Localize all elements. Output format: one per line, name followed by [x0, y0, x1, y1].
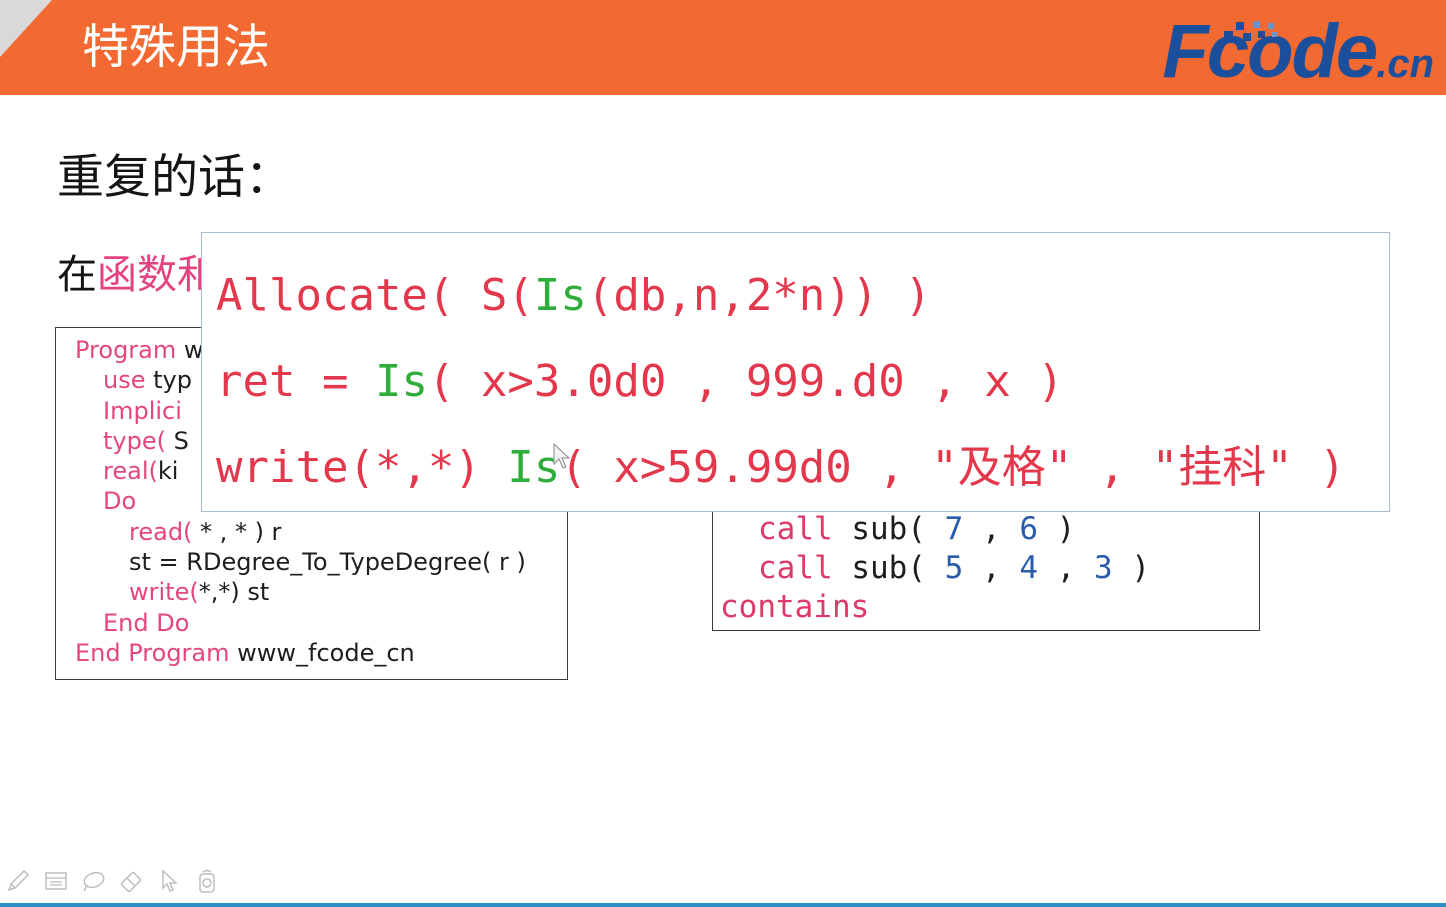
code-text: typ [145, 366, 192, 395]
code-line: st = RDegree_To_TypeDegree( r ) [75, 547, 567, 577]
code-popup: Allocate( S(Is(db,n,2*n)) ) ret = Is( x>… [201, 232, 1390, 512]
code-text: *,*) st [198, 578, 270, 607]
code-number: 6 [1019, 511, 1038, 547]
code-text: , [963, 550, 1020, 586]
code-text: ret = [216, 356, 375, 407]
code-text: ) [1037, 511, 1076, 547]
lasso-icon[interactable] [80, 868, 106, 894]
code-keyword: write( [129, 578, 199, 607]
code-text: st = RDegree_To_TypeDegree( r ) [129, 548, 526, 577]
code-text: S [165, 426, 189, 455]
popup-code-line: ret = Is( x>3.0d0 , 999.d0 , x ) [216, 339, 1389, 425]
code-text: (db,n,2*n)) ) [586, 270, 932, 321]
code-keyword: End Program [75, 638, 230, 667]
code-text: , [1037, 550, 1094, 586]
code-text: www_fcode_cn [229, 638, 415, 667]
code-line: read( * , * ) r [75, 517, 567, 547]
code-text: ( x>59.99d0 , "及格" , "挂科" ) [560, 442, 1346, 493]
code-text: Allocate( S( [216, 270, 534, 321]
code-text: ( x>3.0d0 , 999.d0 , x ) [427, 356, 1064, 407]
code-keyword: Implici [103, 396, 182, 425]
code-number: 7 [944, 511, 964, 547]
code-text: * , * ) r [192, 517, 282, 546]
slide-heading: 重复的话： [57, 150, 292, 205]
code-line: End Program www_fcode_cn [75, 638, 567, 668]
slide-sorter-icon[interactable] [43, 868, 69, 894]
code-keyword: type( [103, 426, 166, 455]
logo-suffix-text: .cn [1376, 42, 1434, 86]
intro-plain-text: 在 [57, 252, 97, 298]
code-line: End Do [75, 608, 567, 638]
intro-text: 在函数和 [57, 250, 217, 300]
slideshow-toolbar [0, 868, 240, 896]
code-text: , [963, 511, 1020, 547]
logo-pixel-decoration [1224, 21, 1278, 41]
code-keyword: real( [103, 457, 158, 486]
intro-highlight-text: 函数和 [97, 252, 217, 298]
code-text: sub( [832, 550, 945, 586]
code-keyword: call [758, 550, 833, 586]
pointer-icon[interactable] [157, 868, 183, 894]
code-text: w [176, 336, 204, 364]
eraser-icon[interactable] [118, 868, 144, 894]
slide-title: 特殊用法 [82, 20, 270, 75]
fcode-logo: Fcode.cn [1162, 14, 1434, 111]
function-name: Is [533, 270, 587, 321]
code-text: sub( [832, 511, 945, 547]
code-line: call sub( 5 , 4 , 3 ) [720, 549, 1259, 588]
popup-code-line: write(*,*) Is( x>59.99d0 , "及格" , "挂科" ) [216, 425, 1389, 511]
code-line: call sub( 7 , 6 ) [720, 510, 1259, 549]
code-line: write(*,*) st [75, 577, 567, 607]
function-name: Is [374, 356, 428, 407]
pen-icon[interactable] [5, 868, 31, 894]
code-keyword: End Do [103, 608, 190, 637]
popup-code-line: Allocate( S(Is(db,n,2*n)) ) [216, 253, 1389, 339]
code-number: 4 [1019, 550, 1038, 586]
code-keyword: use [103, 366, 146, 395]
code-keyword: read( [129, 517, 193, 546]
code-text: ki [157, 457, 179, 486]
code-keyword: Program [75, 336, 177, 364]
slide-header: 特殊用法 Fcode.cn [0, 0, 1446, 95]
code-number: 3 [1093, 550, 1113, 586]
code-line: contains [720, 588, 1259, 627]
code-keyword: call [758, 511, 833, 547]
code-text: write(*,*) [216, 442, 508, 493]
bottom-accent-line [0, 903, 1446, 907]
code-keyword: Do [103, 487, 137, 516]
recorder-icon[interactable] [194, 868, 220, 894]
mouse-cursor-icon [553, 443, 571, 469]
code-keyword: contains [720, 589, 870, 625]
corner-triangle [0, 0, 52, 57]
code-number: 5 [944, 550, 964, 586]
code-text: ) [1112, 550, 1150, 586]
